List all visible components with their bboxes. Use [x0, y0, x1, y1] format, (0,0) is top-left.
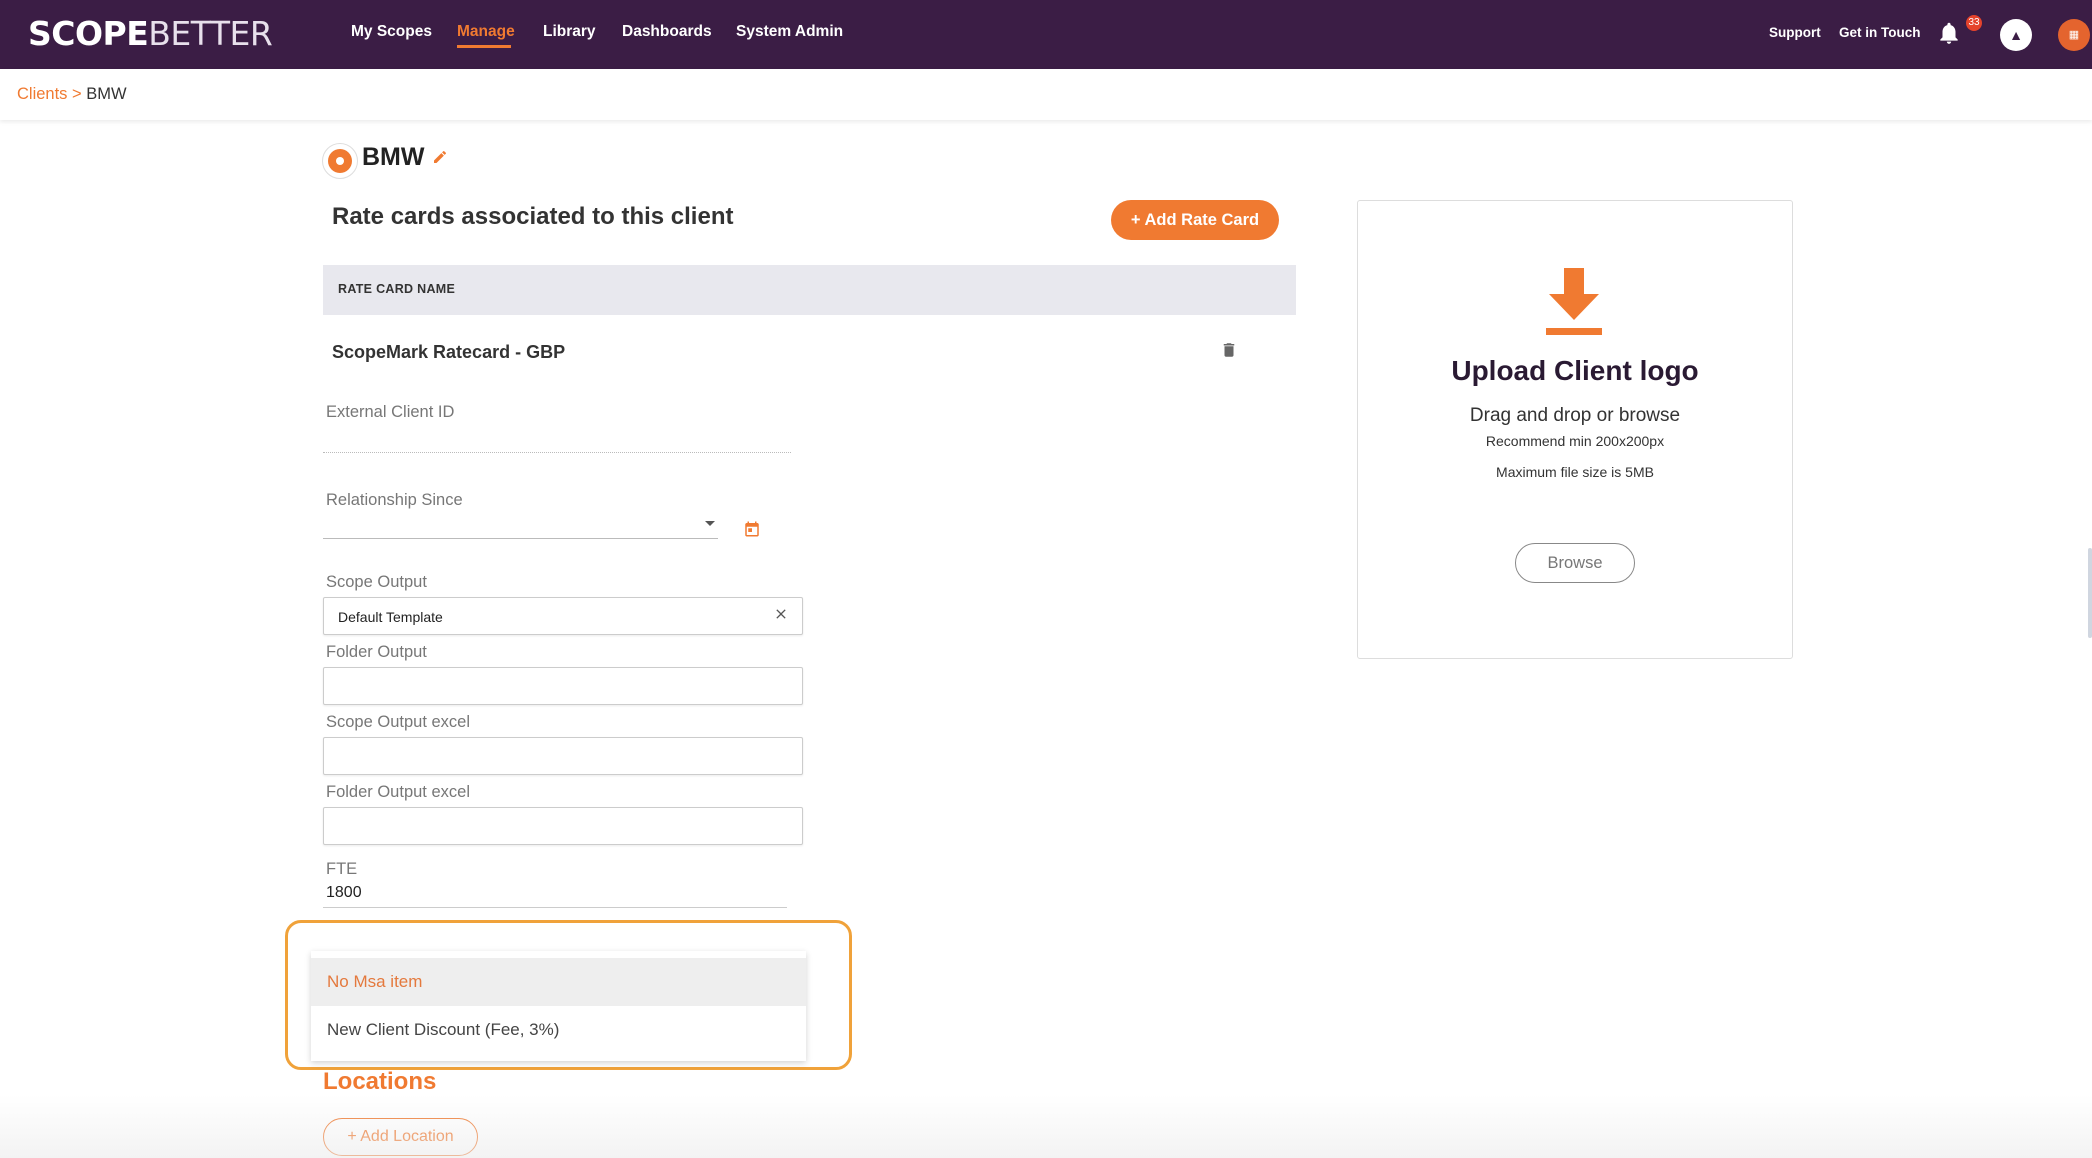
nav-system-admin[interactable]: System Admin — [736, 23, 843, 41]
bottom-fade — [0, 1095, 2092, 1158]
msa-option-label: New Client Discount (Fee, 3%) — [327, 1020, 560, 1039]
nav-active-indicator — [457, 45, 511, 48]
relationship-since-input[interactable] — [323, 538, 718, 539]
relationship-since-dropdown-icon[interactable] — [705, 521, 715, 526]
notification-badge: 33 — [1966, 15, 1982, 31]
bell-icon[interactable] — [1936, 20, 1962, 46]
rate-cards-title: Rate cards associated to this client — [332, 203, 734, 230]
browse-button[interactable]: Browse — [1515, 543, 1635, 583]
rate-card-table-header: RATE CARD NAME — [323, 265, 1296, 315]
external-client-id-label: External Client ID — [326, 403, 455, 421]
msa-dropdown-menu: No Msa item New Client Discount (Fee, 3%… — [311, 951, 806, 1061]
upload-max-size-text: Maximum file size is 5MB — [1496, 464, 1654, 480]
external-client-id-input[interactable] — [323, 422, 791, 453]
client-name: BMW — [362, 143, 425, 171]
logo-better-text: BETTER — [148, 14, 273, 53]
download-icon — [1546, 268, 1602, 335]
column-header-rate-card-name: RATE CARD NAME — [338, 282, 456, 296]
breadcrumb-current: BMW — [86, 85, 127, 103]
scope-output-excel-label: Scope Output excel — [326, 713, 471, 731]
scopebetter-logo[interactable]: SCOPEBETTER — [28, 14, 273, 53]
upload-recommend-text: Recommend min 200x200px — [1485, 433, 1665, 449]
get-in-touch-link[interactable]: Get in Touch — [1839, 25, 1921, 40]
upload-subtitle: Drag and drop or browse — [1469, 405, 1681, 426]
account-avatar[interactable]: ▲ — [2000, 19, 2032, 51]
add-rate-card-button[interactable]: + Add Rate Card — [1111, 200, 1279, 240]
scope-output-value: Default Template — [338, 609, 443, 625]
top-navbar: SCOPEBETTER My Scopes Manage Library Das… — [0, 0, 2092, 69]
fte-label: FTE — [326, 860, 358, 878]
breadcrumb-bar: Clients > BMW — [0, 69, 2092, 120]
close-icon[interactable] — [773, 606, 789, 622]
rate-card-row-name: ScopeMark Ratecard - GBP — [332, 342, 566, 362]
scrollbar-thumb[interactable] — [2088, 548, 2092, 638]
folder-output-label: Folder Output — [326, 643, 427, 661]
folder-output-excel-select[interactable] — [323, 807, 803, 845]
trash-icon[interactable] — [1220, 340, 1238, 360]
scope-output-excel-select[interactable] — [323, 737, 803, 775]
upload-title: Upload Client logo — [1451, 355, 1699, 386]
nav-my-scopes[interactable]: My Scopes — [351, 23, 432, 41]
breadcrumb-clients-link[interactable]: Clients — [17, 85, 67, 103]
calendar-icon[interactable] — [743, 519, 761, 539]
breadcrumb-separator: > — [72, 85, 82, 103]
relationship-since-label: Relationship Since — [326, 491, 463, 509]
nav-manage[interactable]: Manage — [457, 23, 515, 41]
locations-title: Locations — [323, 1068, 437, 1095]
user-avatar[interactable]: ▦ — [2058, 19, 2090, 51]
nav-library[interactable]: Library — [543, 23, 596, 41]
folder-output-select[interactable] — [323, 667, 803, 705]
scope-output-label: Scope Output — [326, 573, 427, 591]
logo-scope-text: SCOPE — [28, 14, 149, 53]
fte-underline — [323, 907, 787, 908]
scope-output-select[interactable]: Default Template — [323, 597, 803, 635]
fte-input[interactable]: 1800 — [326, 884, 362, 902]
breadcrumb: Clients > BMW — [17, 85, 127, 104]
add-location-button[interactable]: + Add Location — [323, 1118, 478, 1156]
msa-option-label: No Msa item — [327, 972, 423, 991]
msa-option-no-msa-item[interactable]: No Msa item — [311, 958, 806, 1006]
nav-dashboards[interactable]: Dashboards — [622, 23, 712, 41]
support-link[interactable]: Support — [1769, 25, 1821, 40]
msa-option-new-client-discount[interactable]: New Client Discount (Fee, 3%) — [311, 1006, 806, 1054]
folder-output-excel-label: Folder Output excel — [326, 783, 470, 801]
pencil-icon[interactable] — [432, 149, 448, 165]
client-avatar-icon — [322, 143, 358, 179]
